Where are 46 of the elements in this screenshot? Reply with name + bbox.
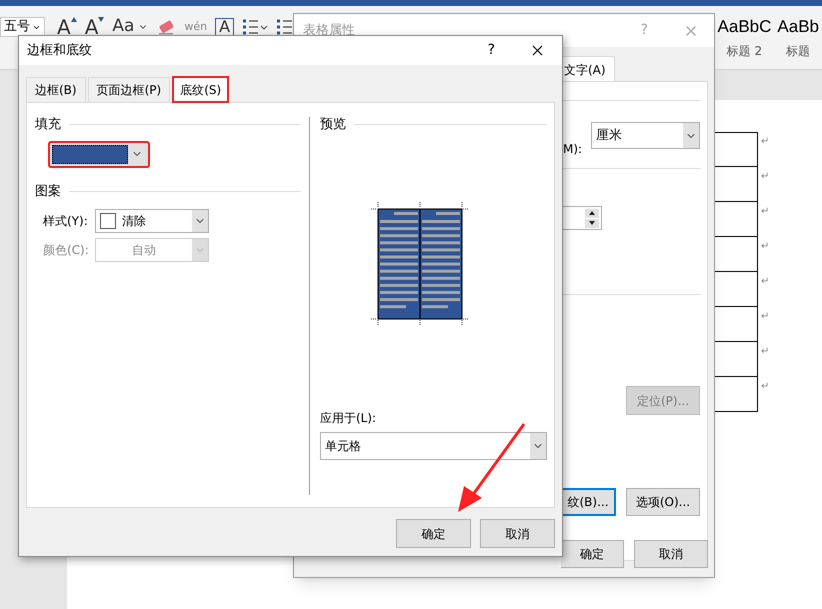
dialog-tab[interactable]: 页面边框(P) <box>88 77 170 102</box>
spin-down-icon[interactable] <box>589 221 595 225</box>
pattern-dropdown[interactable]: 清除 <box>95 209 209 233</box>
triangle-up-icon <box>70 17 77 22</box>
apply-to-dropdown[interactable]: 单元格 <box>320 432 547 460</box>
shrink-font-button[interactable]: A <box>80 17 108 37</box>
field-label: 样式(Y): <box>43 213 89 230</box>
dialog-tab[interactable]: 边框(B) <box>26 77 86 102</box>
paragraph-mark: ↵ <box>761 345 770 359</box>
swatch-icon <box>100 213 116 229</box>
dialog-title: 边框和底纹 <box>27 42 92 60</box>
paragraph-mark: ↵ <box>761 310 770 324</box>
ok-button[interactable]: 确定 <box>561 540 624 568</box>
paragraph-mark: ↵ <box>761 275 770 289</box>
style-name[interactable]: 标题 <box>786 42 810 60</box>
font-size-field[interactable]: 五号 <box>0 17 45 37</box>
help-button[interactable]: ? <box>488 40 495 61</box>
field-label: 颜色(C): <box>43 242 90 259</box>
unit-dropdown[interactable]: 厘米 <box>591 122 700 149</box>
field-label: 应用于(L): <box>320 410 378 426</box>
ok-button[interactable]: 确定 <box>396 519 471 548</box>
fill-color-dropdown[interactable] <box>48 140 150 168</box>
triangle-down-icon <box>98 17 104 22</box>
cancel-button[interactable]: 取消 <box>634 540 708 568</box>
section-heading: 图案 <box>35 182 61 200</box>
paragraph-mark: ↵ <box>761 240 770 254</box>
spin-up-icon[interactable] <box>589 211 595 215</box>
grow-font-button[interactable]: A <box>53 17 81 37</box>
paragraph-mark: ↵ <box>761 170 770 184</box>
paragraph-mark: ↵ <box>761 135 770 149</box>
style-sample[interactable]: AaBb <box>777 14 819 40</box>
dialog-tab[interactable]: 底纹(S) <box>172 76 230 103</box>
section-heading: 填充 <box>35 116 61 134</box>
style-name[interactable]: 标题 2 <box>726 42 762 60</box>
bullet-list-icon[interactable] <box>242 18 268 36</box>
dialog-title: 表格属性 <box>303 22 355 40</box>
borders-shading-button[interactable]: 纹(B)... <box>562 488 616 516</box>
unit-label: M): <box>563 141 582 158</box>
section-heading: 预览 <box>320 116 346 134</box>
style-sample[interactable]: AaBbC <box>718 14 772 40</box>
cancel-button[interactable]: 取消 <box>480 519 555 548</box>
options-button[interactable]: 选项(O)... <box>626 488 700 516</box>
change-case-button[interactable]: Aa <box>108 14 152 40</box>
paragraph-mark: ↵ <box>761 205 770 219</box>
dialog-tab[interactable]: 文字(A) <box>561 56 615 82</box>
paragraph-mark: ↵ <box>761 380 770 394</box>
